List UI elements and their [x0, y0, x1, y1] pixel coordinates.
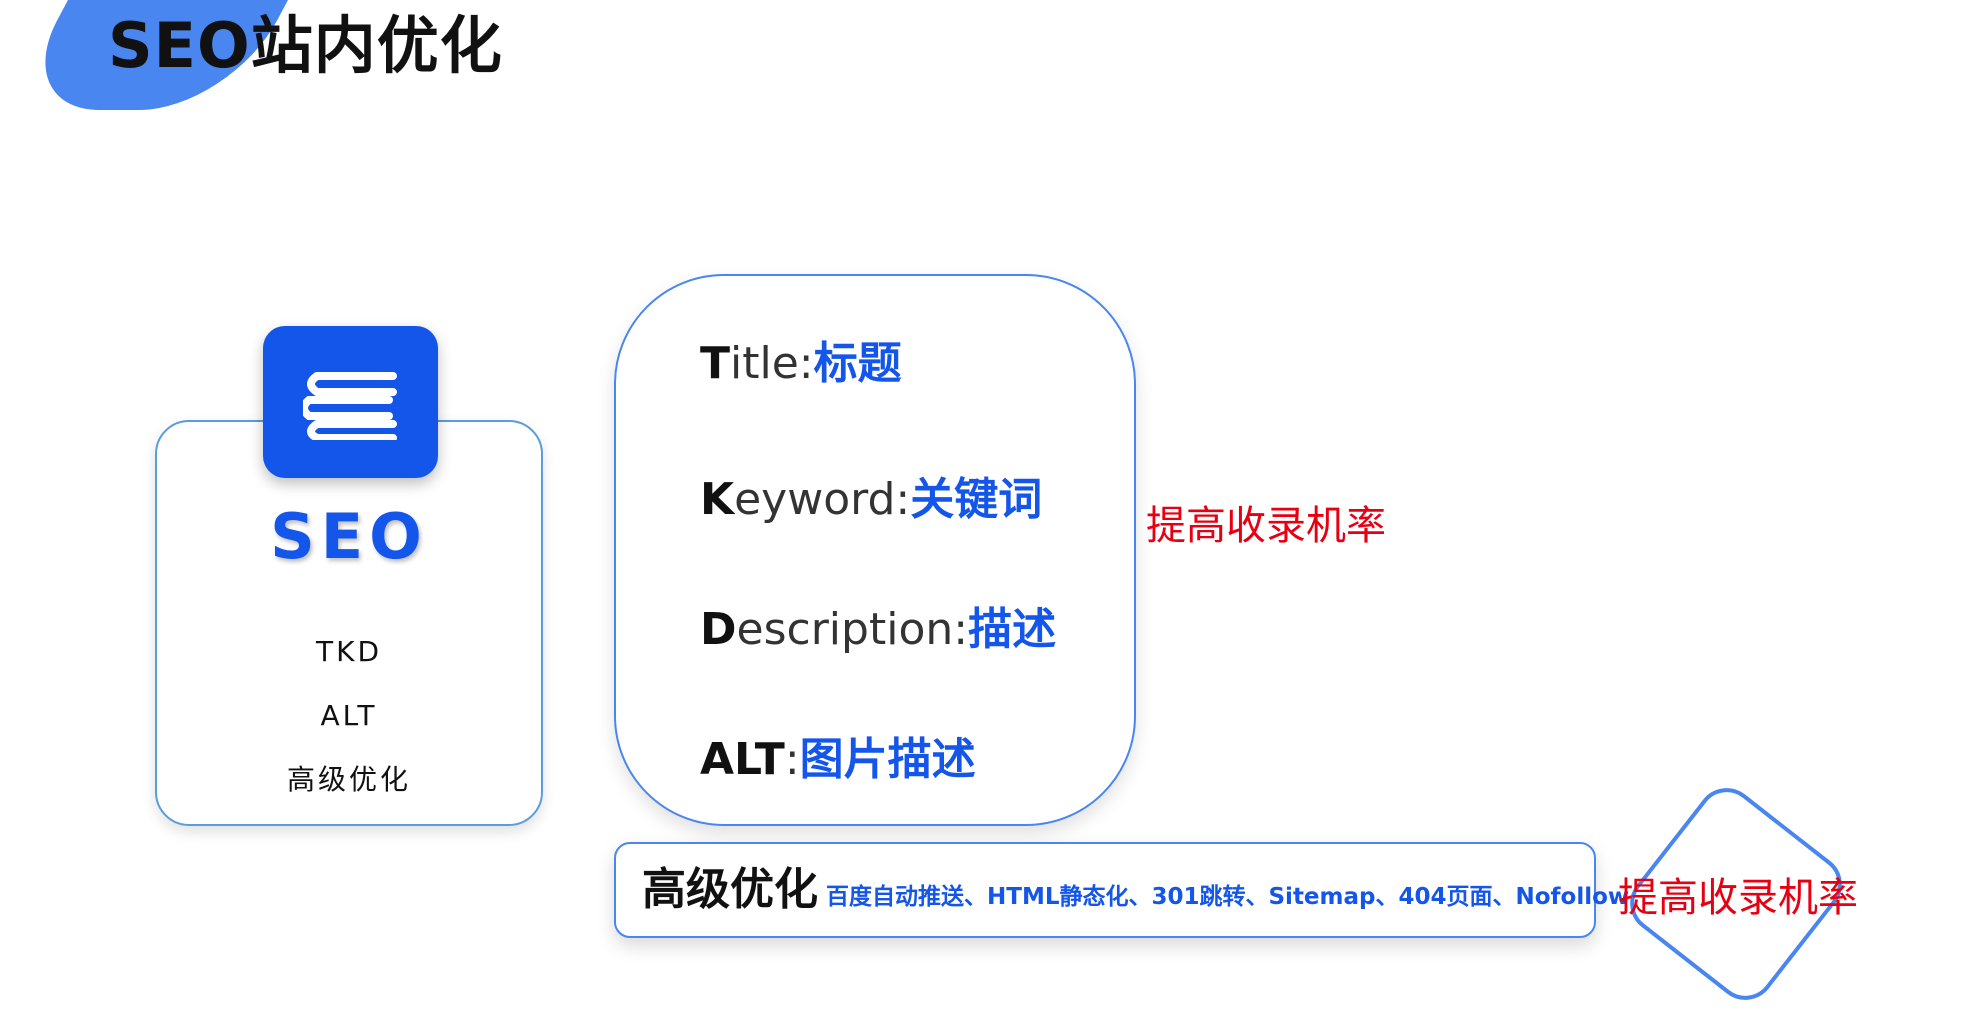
tkd-row-lead: ALT: [700, 734, 785, 785]
tkd-row-keyword: Keyword:关键词: [700, 474, 1042, 526]
tkd-row-rest: escription:: [736, 604, 969, 655]
seo-item-advanced: 高级优化: [286, 763, 411, 796]
tkd-row-description: Description:描述: [700, 604, 1056, 656]
tkd-row-zh: 描述: [968, 604, 1057, 655]
tkd-row-lead: D: [700, 604, 737, 655]
tkd-row-rest: :: [784, 734, 800, 785]
seo-heading: SEO: [270, 500, 428, 573]
tkd-row-alt: ALT:图片描述: [700, 734, 976, 786]
tkd-row-zh: 关键词: [910, 474, 1043, 525]
page-title: SEO站内优化: [108, 9, 503, 82]
advanced-title: 高级优化: [642, 864, 818, 915]
seo-icon-tile: [263, 326, 438, 478]
tkd-row-rest: eyword:: [734, 474, 911, 525]
tkd-row-lead: K: [700, 474, 735, 525]
tkd-row-zh: 图片描述: [799, 734, 976, 785]
side-note-indexing-2: 提高收录机率: [1618, 875, 1858, 921]
seo-item-tkd: TKD: [315, 635, 383, 668]
tkd-row-zh: 标题: [813, 338, 902, 389]
side-note-indexing: 提高收录机率: [1146, 503, 1386, 549]
tkd-row-rest: itle:: [730, 338, 814, 389]
seo-item-alt: ALT: [320, 699, 378, 732]
seo-item-list: TKD ALT 高级优化: [155, 632, 543, 824]
tkd-row-title: Title:标题: [700, 338, 902, 390]
tkd-row-lead: T: [700, 338, 731, 389]
advanced-detail: 百度自动推送、HTML静态化、301跳转、Sitemap、404页面、Nofol…: [826, 884, 1630, 910]
stacked-books-icon: [303, 372, 397, 440]
